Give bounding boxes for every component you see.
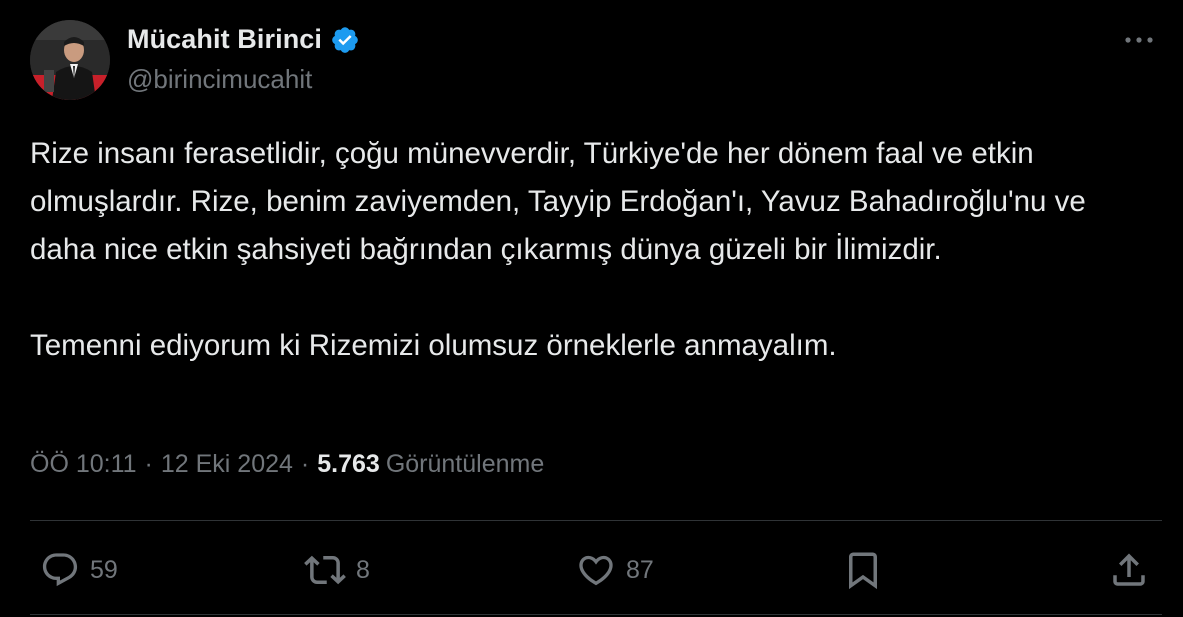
reply-button[interactable]: 59 — [40, 545, 118, 595]
more-options-button[interactable] — [1119, 26, 1159, 54]
tweet-meta: ÖÖ 10:11 · 12 Eki 2024 · 5.763 Görüntüle… — [30, 450, 544, 479]
reply-bubble-icon — [42, 553, 78, 587]
share-button[interactable] — [1108, 545, 1150, 595]
action-bar: 59 8 87 — [40, 545, 1152, 595]
tweet-card: Mücahit Birinci @birincimucahit Rize ins… — [0, 0, 1183, 617]
divider — [30, 520, 1162, 521]
meta-separator: · — [144, 450, 153, 478]
views-count: 5.763 — [317, 450, 380, 478]
author-name-row: Mücahit Birinci — [127, 24, 360, 55]
verified-badge-icon[interactable] — [330, 25, 360, 55]
author-handle[interactable]: @birincimucahit — [127, 64, 312, 95]
bookmark-icon — [849, 552, 877, 590]
bookmark-button[interactable] — [842, 545, 884, 595]
share-upload-icon — [1113, 553, 1145, 586]
heart-icon — [579, 555, 613, 586]
avatar[interactable] — [30, 20, 110, 100]
reply-count: 59 — [90, 555, 118, 584]
tweet-paragraph: Temenni ediyorum ki Rizemizi olumsuz örn… — [30, 329, 837, 362]
divider — [30, 614, 1162, 615]
tweet-paragraph: Rize insanı ferasetlidir, çoğu münevverd… — [30, 137, 1086, 266]
like-count: 87 — [626, 555, 654, 584]
retweet-count: 8 — [356, 555, 370, 584]
tweet-text: Rize insanı ferasetlidir, çoğu münevverd… — [30, 130, 1150, 370]
views-label: Görüntülenme — [385, 450, 545, 478]
like-button[interactable]: 87 — [576, 545, 654, 595]
more-horizontal-icon — [1125, 37, 1153, 43]
retweet-button[interactable]: 8 — [304, 545, 370, 595]
retweet-arrows-icon — [304, 555, 346, 585]
tweet-time[interactable]: ÖÖ 10:11 — [30, 450, 137, 479]
author-display-name[interactable]: Mücahit Birinci — [127, 24, 322, 55]
meta-separator: · — [300, 450, 310, 478]
tweet-date[interactable]: 12 Eki 2024 — [161, 450, 293, 479]
avatar-image — [30, 20, 110, 100]
